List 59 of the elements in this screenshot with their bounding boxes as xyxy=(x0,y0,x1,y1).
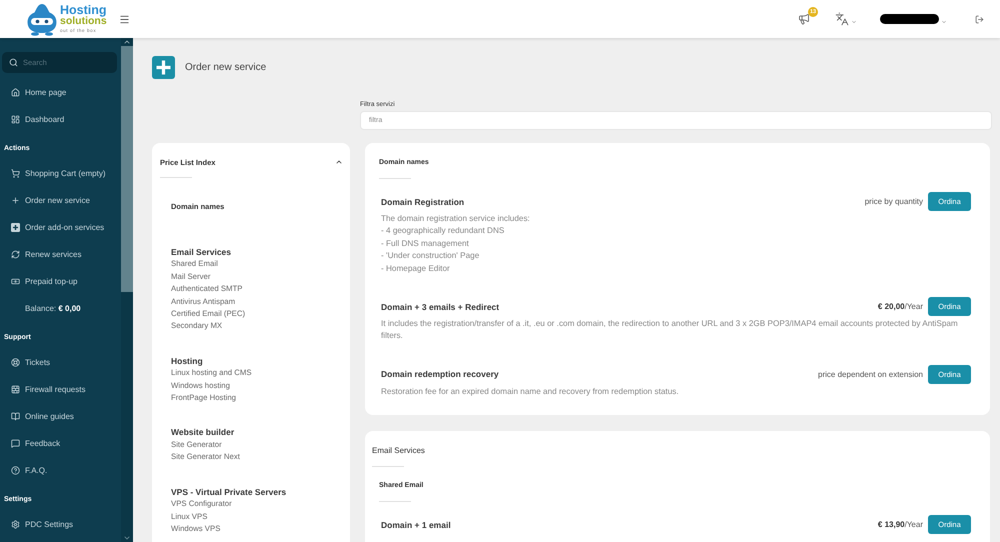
redaction-bar xyxy=(880,14,939,24)
price-text: price by quantity xyxy=(864,197,923,206)
product-name: Domain Registration xyxy=(381,196,466,206)
megaphone-icon[interactable] xyxy=(798,13,810,25)
lifebuoy-icon xyxy=(11,358,20,366)
sidebar-item[interactable]: Dashboard xyxy=(0,106,121,132)
sidebar-item[interactable]: Online guides xyxy=(0,402,121,430)
product-description: The domain registration service includes: - 4 geographically redundant DNS - Full DNS management - 'Under construction' Page - Homepage Editor xyxy=(381,213,531,275)
balance-text: Balance: € 0,00 xyxy=(24,302,82,314)
search-icon xyxy=(9,58,18,67)
price-text: € 13,90/Year xyxy=(878,520,923,530)
help-icon xyxy=(11,466,20,474)
sidebar-item[interactable]: Tickets xyxy=(0,348,121,376)
translate-icon[interactable] xyxy=(835,12,849,26)
scroll-down-icon[interactable] xyxy=(123,534,131,542)
index-category-link[interactable]: Email Services xyxy=(171,246,232,258)
banknote-icon xyxy=(11,276,20,286)
scrollbar[interactable] xyxy=(121,38,133,542)
sidebar-item[interactable]: Order new service xyxy=(0,186,121,214)
plus-square-icon xyxy=(152,56,175,79)
index-category-link[interactable]: Hosting xyxy=(171,354,203,368)
product-description: Restoration fee for an expired domain name and recovery from redemption status. xyxy=(381,386,680,398)
sidebar-item[interactable]: Firewall requests xyxy=(0,376,121,402)
product-name: Domain + 3 emails + Redirect xyxy=(381,302,500,312)
price-text: price dependent on extension xyxy=(818,370,923,379)
sidebar-item[interactable]: Feedback xyxy=(0,430,121,456)
chat-icon xyxy=(11,438,20,448)
book-icon xyxy=(11,412,20,420)
cart-icon xyxy=(11,168,20,178)
logout-icon[interactable] xyxy=(975,14,984,24)
scroll-up-icon[interactable] xyxy=(123,38,131,46)
product-description: It includes the registration/transfer of a .it, .eu or .com domain, the redirection to another URL and 3 x 2GB POP3/IMAP4 email accounts protected by AntiSpam filters. xyxy=(381,318,959,342)
settings-icon xyxy=(11,520,20,528)
menu-icon[interactable] xyxy=(118,14,130,24)
dashboard-icon xyxy=(11,114,20,124)
logo-title: Hosting xyxy=(60,4,107,16)
scrollbar-thumb[interactable] xyxy=(121,46,133,292)
sidebar-item[interactable]: Order add-on services xyxy=(0,214,121,240)
refresh-icon xyxy=(11,250,20,258)
index-category-link[interactable]: VPS - Virtual Private Servers xyxy=(171,486,286,498)
sidebar-item[interactable]: Renew services xyxy=(0,240,121,268)
brick-wall-icon xyxy=(11,384,20,394)
index-category-link[interactable]: Website builder xyxy=(171,426,234,439)
plus-square-icon xyxy=(11,222,20,232)
product-name: Domain + 1 email xyxy=(381,520,452,530)
price-text: € 20,00/Year xyxy=(878,302,923,312)
sidebar-item[interactable]: PDC Settings xyxy=(0,510,121,538)
home-icon xyxy=(11,88,20,96)
page-title: Order new service xyxy=(185,62,266,73)
section-title: Email Services xyxy=(372,446,426,456)
logo-subtitle: solutions xyxy=(60,16,107,27)
sidebar-item[interactable]: Prepaid top-up xyxy=(0,268,121,294)
sidebar-item[interactable]: Shopping Cart (empty) xyxy=(0,160,121,186)
plus-icon xyxy=(11,196,20,204)
product-name: Domain redemption recovery xyxy=(381,369,500,380)
sidebar-item[interactable]: Home page xyxy=(0,78,121,106)
sidebar-item[interactable]: F.A.Q. xyxy=(0,456,121,484)
chevron-up-icon[interactable] xyxy=(335,158,343,166)
mascot-logo-icon xyxy=(26,2,58,36)
